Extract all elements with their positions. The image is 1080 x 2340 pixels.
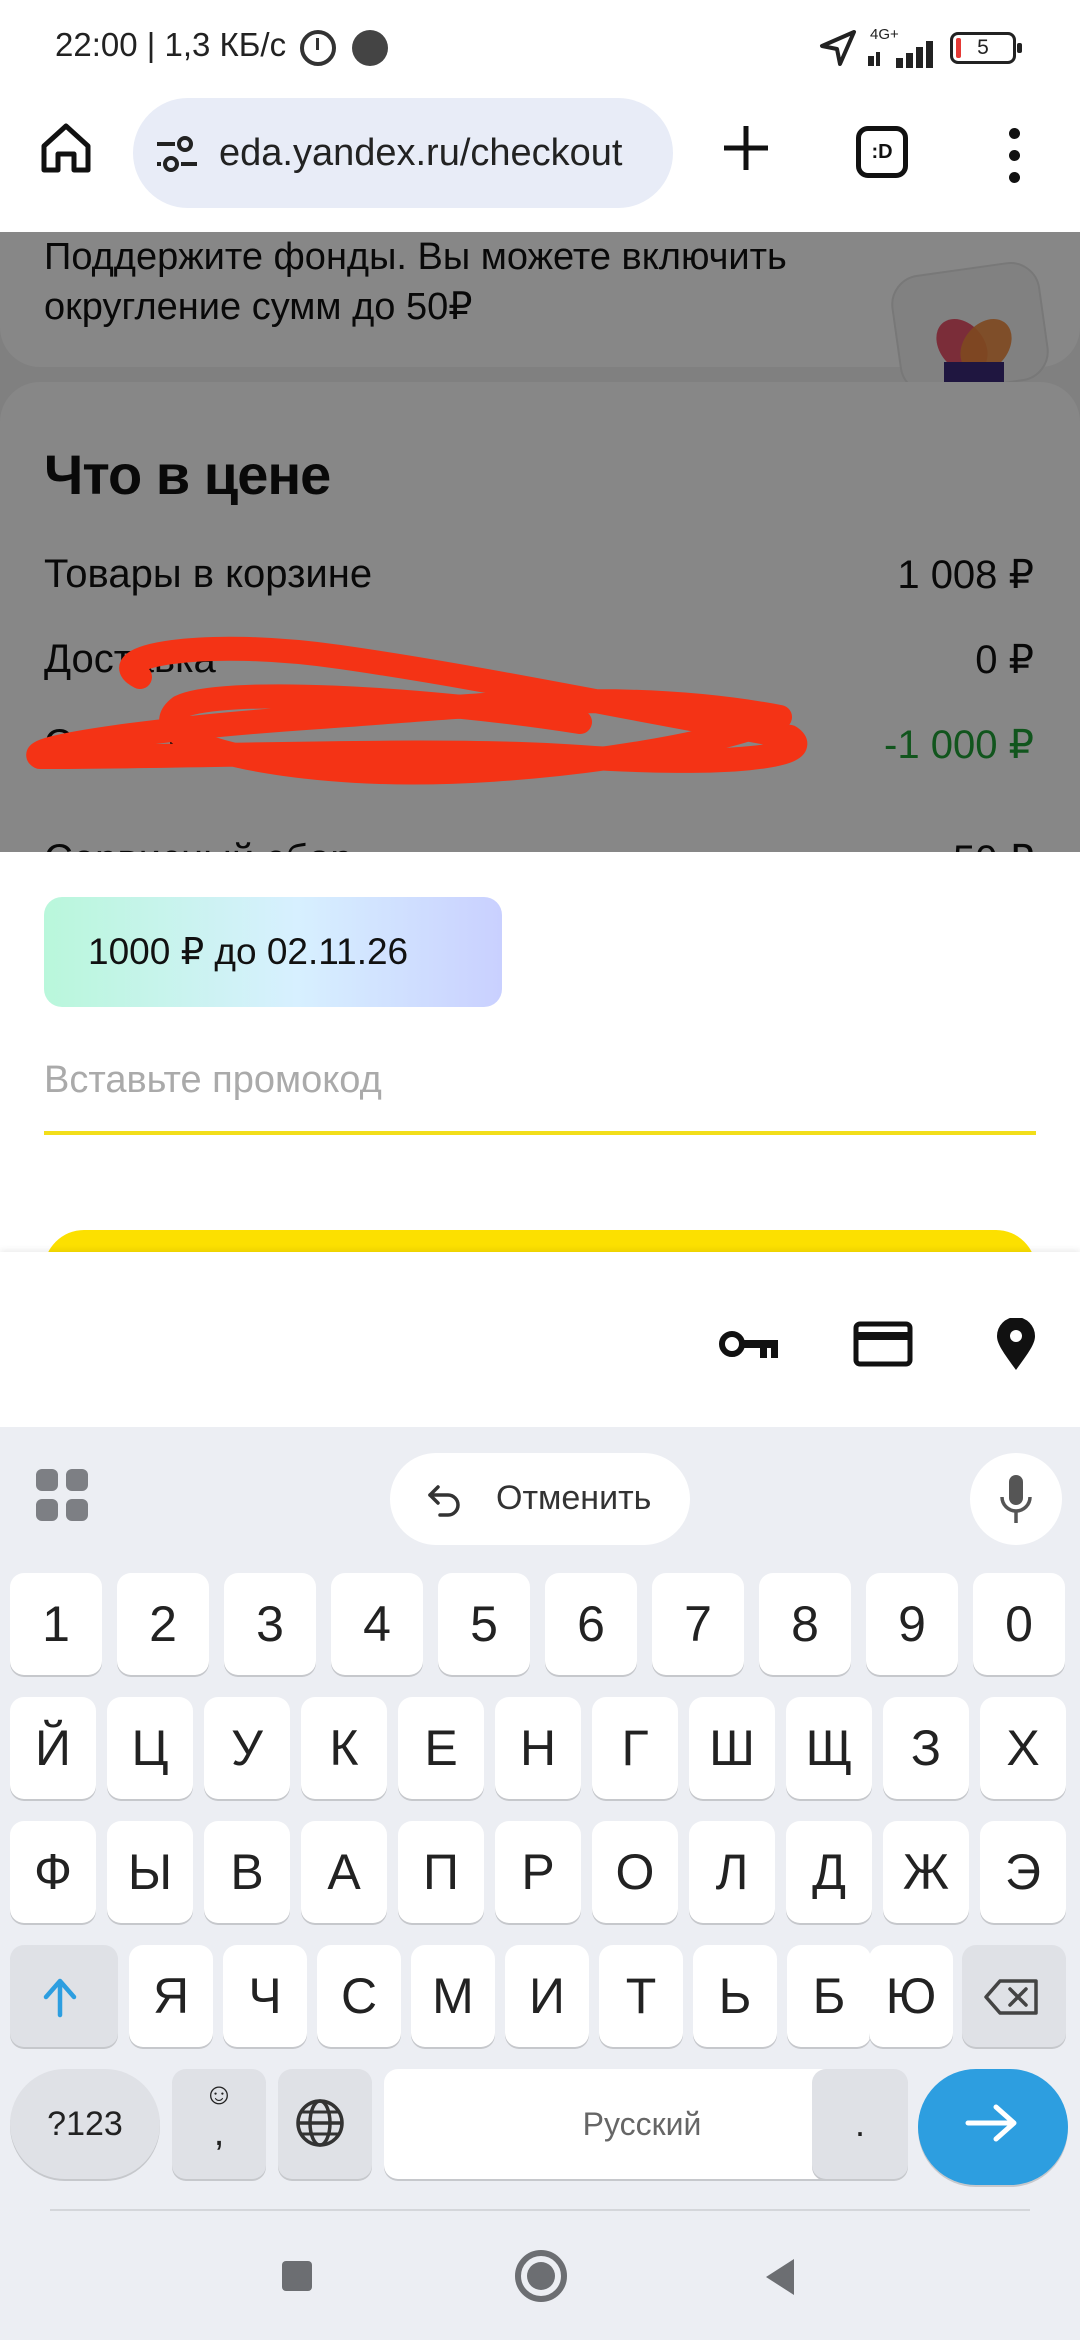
backspace-icon [984,1979,1038,2015]
microphone-icon [1000,1475,1032,1523]
undo-icon [428,1485,460,1517]
credit-card-icon[interactable] [852,1318,914,1370]
checkout-page: Поддержите фонды. Вы можете включить окр… [0,232,1080,852]
url-text[interactable]: eda.yandex.ru/checkout [219,132,623,175]
system-nav-bar [0,2213,1080,2340]
enter-key[interactable] [918,2069,1068,2185]
key-letter[interactable]: Й [10,1697,96,1799]
key-0[interactable]: 0 [973,1573,1065,1675]
key-letter[interactable]: Ф [10,1821,96,1923]
symbols-mode-key[interactable]: ?123 [10,2069,160,2179]
key-letter[interactable]: А [301,1821,387,1923]
key-letter[interactable]: С [317,1945,401,2047]
grid-cell [66,1469,88,1491]
key-9[interactable]: 9 [866,1573,958,1675]
status-time-speed: 22:00 | 1,3 КБ/с [55,26,287,63]
key-letter[interactable]: И [505,1945,589,2047]
location-icon[interactable] [985,1318,1047,1370]
period-key[interactable]: . [812,2069,908,2179]
key-letter[interactable]: З [883,1697,969,1799]
key-letter[interactable]: Д [786,1821,872,1923]
recents-square-icon[interactable] [282,2261,312,2291]
redaction-scribble [26,636,808,785]
key-letter[interactable]: Х [980,1697,1066,1799]
key-5[interactable]: 5 [438,1573,530,1675]
key-letter[interactable]: Ь [693,1945,777,2047]
key-letter[interactable]: Ч [223,1945,307,2047]
key-letter[interactable]: Н [495,1697,581,1799]
key-6[interactable]: 6 [545,1573,637,1675]
key-letter[interactable]: Ш [689,1697,775,1799]
key-letter[interactable]: Ы [107,1821,193,1923]
home-icon[interactable] [36,118,96,178]
grid-cell [36,1499,58,1521]
key-letter[interactable]: Л [689,1821,775,1923]
key-letter[interactable]: О [592,1821,678,1923]
promo-code-input[interactable]: Вставьте промокод [44,1047,1036,1135]
battery-level: 5 [977,36,989,59]
key-letter[interactable]: В [204,1821,290,1923]
key-letter[interactable]: М [411,1945,495,2047]
site-settings-icon[interactable] [155,136,199,172]
key-8[interactable]: 8 [759,1573,851,1675]
globe-icon [296,2099,344,2147]
alarm-icon [300,30,336,66]
menu-dot [1009,128,1020,139]
emoji-key[interactable]: ☺ , [172,2069,266,2179]
promo-sheet: 1000 ₽ до 02.11.26 Вставьте промокод [0,852,1080,1252]
key-letter[interactable]: Р [495,1821,581,1923]
shift-key[interactable] [10,1945,118,2047]
arrow-right-icon [965,2104,1017,2142]
key-icon[interactable] [718,1318,780,1370]
signal-icon [868,41,933,68]
keyboard: Отменить 1 2 3 4 5 6 7 8 9 0 Й Ц У К Е Н… [0,1427,1080,2213]
key-letter[interactable]: Ж [883,1821,969,1923]
keyboard-divider [50,2209,1030,2211]
back-triangle-icon[interactable] [762,2257,798,2297]
comma-label: , [213,2112,225,2154]
menu-dot [1009,172,1020,183]
key-letter[interactable]: Э [980,1821,1066,1923]
key-letter[interactable]: К [301,1697,387,1799]
key-2[interactable]: 2 [117,1573,209,1675]
key-letter[interactable]: У [204,1697,290,1799]
key-4[interactable]: 4 [331,1573,423,1675]
undo-button[interactable]: Отменить [390,1453,690,1545]
undo-label: Отменить [496,1479,652,1517]
key-1[interactable]: 1 [10,1573,102,1675]
backspace-key[interactable] [962,1945,1066,2047]
tab-switcher-button[interactable]: :D [856,126,908,178]
new-tab-icon[interactable] [716,118,776,178]
home-circle-icon[interactable] [515,2250,567,2302]
shift-arrow-icon [43,1978,77,2018]
location-arrow-icon [820,30,856,66]
key-letter[interactable]: Я [129,1945,213,2047]
key-7[interactable]: 7 [652,1573,744,1675]
battery-icon: 5 [950,32,1022,64]
key-letter[interactable]: Г [592,1697,678,1799]
grid-cell [66,1499,88,1521]
promo-suggestion-chip[interactable]: 1000 ₽ до 02.11.26 [44,897,502,1007]
voice-input-button[interactable] [970,1453,1062,1545]
more-menu-icon[interactable] [1000,126,1030,186]
key-letter[interactable]: П [398,1821,484,1923]
emoji-icon: ☺ [203,2078,235,2111]
address-bar[interactable]: eda.yandex.ru/checkout [133,98,673,208]
key-letter[interactable]: Ю [869,1945,953,2047]
language-key[interactable] [278,2069,372,2179]
notification-app-icon [352,30,388,66]
grid-cell [36,1469,58,1491]
apply-promo-button[interactable] [44,1230,1036,1252]
key-letter[interactable]: Щ [786,1697,872,1799]
key-letter[interactable]: Ц [107,1697,193,1799]
status-bar: 22:00 | 1,3 КБ/с 4G+ 5 [0,0,1080,96]
key-letter[interactable]: Т [599,1945,683,2047]
keyboard-apps-icon[interactable] [36,1469,90,1523]
browser-toolbar: eda.yandex.ru/checkout :D [0,96,1080,232]
key-3[interactable]: 3 [224,1573,316,1675]
autofill-bar [0,1252,1080,1427]
key-letter[interactable]: Е [398,1697,484,1799]
menu-dot [1009,150,1020,161]
key-letter[interactable]: Б [787,1945,871,2047]
